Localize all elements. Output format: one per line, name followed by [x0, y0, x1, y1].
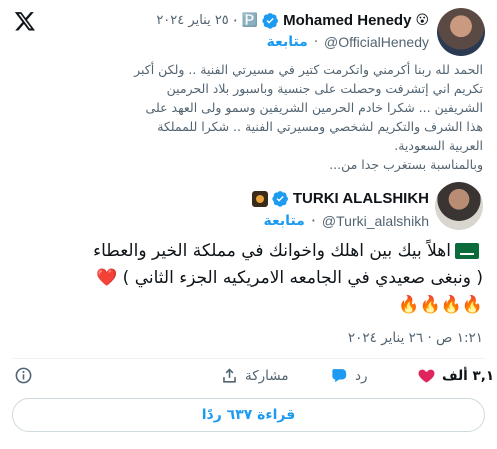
verified-badge-icon: [272, 191, 288, 207]
avatar[interactable]: [437, 8, 485, 56]
avatar[interactable]: [435, 182, 483, 230]
text-line: الشريفين ... شكرا خادم الحرمين الشريفين …: [145, 100, 483, 115]
reply-bubble-icon: [332, 369, 347, 383]
reply-handle-row: @Turki_alalshikh · متابعة: [263, 211, 429, 230]
share-button[interactable]: مشاركة: [220, 366, 289, 385]
action-bar: ٣,١ ألف رد مشاركة: [0, 366, 497, 394]
reply-author-row: TURKI ALALSHIKH: [251, 190, 429, 207]
tweet-timestamp[interactable]: ١:٢١ ص · ٢٦ يناير ٢٠٢٤: [348, 330, 483, 346]
author-name[interactable]: Mohamed Henedy: [283, 12, 411, 29]
text-line: اهلاً بيك بين اهلك واخوانك في مملكة الخي…: [13, 238, 483, 265]
author-handle[interactable]: @OfficialHenedy: [324, 34, 429, 50]
verified-badge-icon: [262, 12, 279, 29]
heart-emoji: ❤️: [96, 268, 118, 288]
info-button[interactable]: [14, 366, 33, 385]
divider: [12, 358, 485, 359]
read-replies-button[interactable]: قراءة ٦٣٧ ردًا: [12, 398, 485, 432]
follow-button[interactable]: متابعة: [267, 34, 308, 50]
reply-button[interactable]: رد: [330, 366, 368, 385]
org-badge-icon: [251, 190, 268, 207]
text-line: العربية السعودية.: [394, 138, 483, 153]
fire-emojis: 🔥🔥🔥🔥: [398, 295, 483, 315]
reply-label: رد: [355, 367, 368, 384]
tag-emoji: 🅿️: [241, 12, 259, 28]
follow-button[interactable]: متابعة: [264, 213, 305, 229]
text-line: ( ونبغى صعيدي في الجامعه الامريكيه الجزء…: [96, 268, 483, 288]
saudi-flag-icon: [455, 243, 479, 259]
text-line: هذا الشرف والتكريم لشخصي ومسيرتي الفنية …: [157, 119, 483, 134]
reply-tweet-text: اهلاً بيك بين اهلك واخوانك في مملكة الخي…: [13, 238, 483, 319]
author-emoji: 😮: [415, 12, 429, 28]
author-name[interactable]: TURKI ALALSHIKH: [293, 190, 429, 207]
quoted-tweet-text: الحمد لله ربنا أكرمني واتكرمت كتير في مس…: [13, 60, 483, 174]
tweet-date[interactable]: ٢٥ يناير ٢٠٢٤: [156, 13, 228, 28]
share-upload-icon: [223, 368, 236, 383]
share-label: مشاركة: [245, 367, 289, 384]
text-line: وبالمناسبة بستغرب جدا من...: [329, 157, 483, 172]
text-line: الحمد لله ربنا أكرمني واتكرمت كتير في مس…: [134, 62, 483, 77]
author-handle[interactable]: @Turki_alalshikh: [322, 213, 429, 229]
heart-icon: [418, 369, 435, 383]
info-icon: [15, 367, 32, 384]
like-button[interactable]: ٣,١ ألف: [417, 366, 494, 385]
like-count: ٣,١ ألف: [442, 367, 495, 384]
quoted-handle-row: @OfficialHenedy · متابعة: [266, 34, 429, 50]
text-line: تكريم اني إتشرفت وحصلت على جنسية وباسبور…: [166, 81, 483, 96]
quoted-tweet[interactable]: 😮 Mohamed Henedy 🅿️ · ٢٥ يناير ٢٠٢٤ @Off…: [0, 0, 497, 184]
quoted-author-row: 😮 Mohamed Henedy 🅿️ · ٢٥ يناير ٢٠٢٤: [156, 10, 429, 30]
